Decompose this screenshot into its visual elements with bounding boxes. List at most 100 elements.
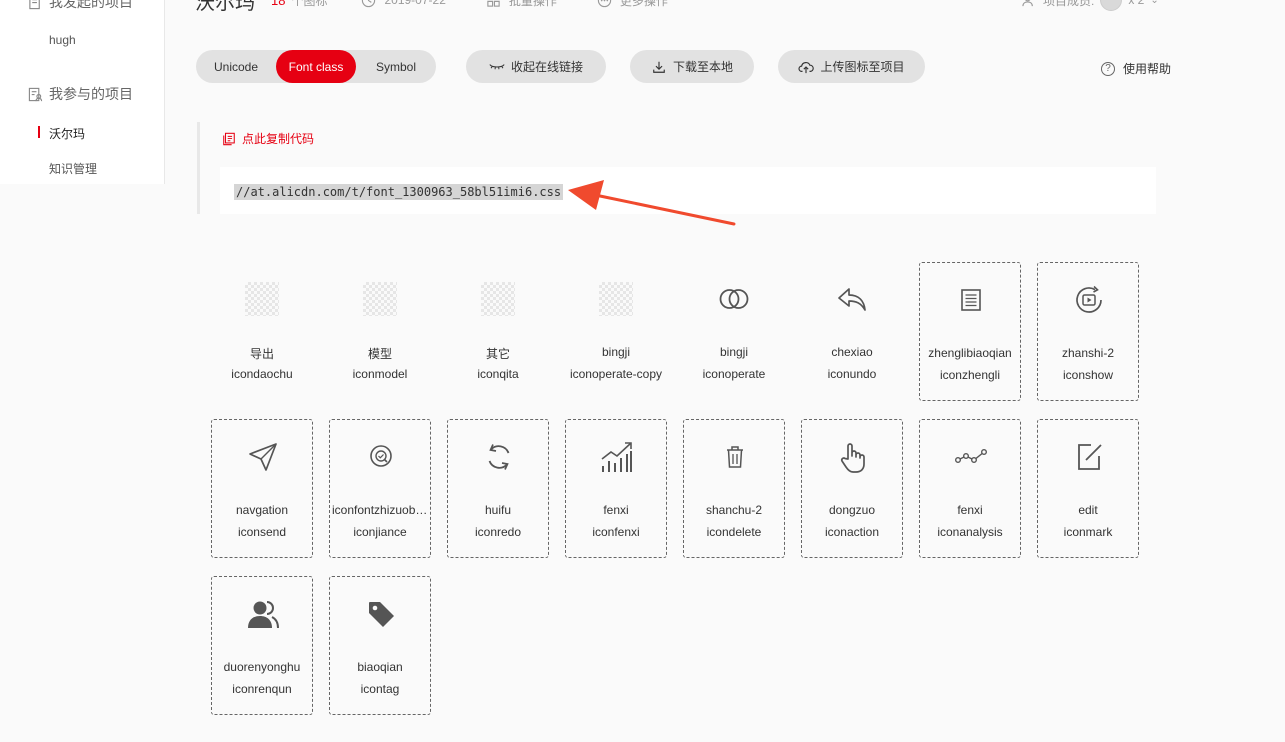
tab-symbol[interactable]: Symbol bbox=[356, 50, 436, 83]
sidebar-item-walmart[interactable]: 沃尔玛 bbox=[49, 125, 85, 142]
icon-class: iconredo bbox=[474, 525, 522, 539]
play-circle-icon bbox=[1069, 280, 1109, 320]
download-label: 下载至本地 bbox=[672, 60, 733, 74]
icon-name: biaoqian bbox=[357, 660, 403, 674]
icon-name: 模型 bbox=[367, 347, 392, 361]
list-doc-icon bbox=[951, 280, 991, 320]
icon-tile[interactable]: zhenglibiaoqian iconzhengli bbox=[919, 262, 1021, 401]
batch-ops-label: 批量操作 bbox=[508, 0, 557, 8]
icon-tile[interactable]: biaoqian icontag bbox=[329, 576, 431, 715]
grid-icon bbox=[487, 0, 500, 7]
trash-icon bbox=[715, 437, 755, 477]
more-icon bbox=[597, 0, 612, 7]
icon-tile[interactable]: 其它 iconqita bbox=[447, 262, 549, 401]
icon-name: navgation bbox=[235, 503, 289, 517]
icon-tile[interactable]: 模型 iconmodel bbox=[329, 262, 431, 401]
icon-tile[interactable]: chexiao iconundo bbox=[801, 262, 903, 401]
project-header: 沃尔玛 18 个图标 2019-07-22 批量操作 更多操作 bbox=[195, 0, 708, 14]
navigation-icon bbox=[243, 437, 283, 477]
help-link[interactable]: ? 使用帮助 bbox=[1101, 60, 1171, 77]
icon-name: dongzuo bbox=[828, 503, 876, 517]
hand-tap-icon bbox=[833, 437, 873, 477]
copy-icon bbox=[223, 132, 235, 145]
sidebar-group-created[interactable]: 我发起的项目 bbox=[28, 0, 133, 12]
union-circles-icon bbox=[714, 279, 754, 319]
icon-class: iconjiance bbox=[353, 525, 407, 539]
sidebar-group-created-label: 我发起的项目 bbox=[49, 0, 133, 10]
icon-tile[interactable]: edit iconmark bbox=[1037, 419, 1139, 558]
icon-class: iconanalysis bbox=[937, 525, 1003, 539]
tab-font-class[interactable]: Font class bbox=[276, 50, 356, 83]
placeholder-icon bbox=[596, 279, 636, 319]
sidebar-group-joined[interactable]: 我参与的项目 bbox=[28, 84, 133, 104]
icon-name: chexiao bbox=[831, 345, 873, 359]
avatar bbox=[1100, 0, 1123, 11]
active-item-marker bbox=[38, 126, 40, 138]
batch-ops-button[interactable]: 批量操作 bbox=[486, 0, 557, 9]
icon-tile[interactable]: duorenyonghu iconrenqun bbox=[211, 576, 313, 715]
icon-tile[interactable]: dongzuo iconaction bbox=[801, 419, 903, 558]
icon-tile[interactable]: 导出 icondaochu bbox=[211, 262, 313, 401]
icon-class: iconshow bbox=[1062, 368, 1114, 382]
inspect-icon bbox=[361, 437, 401, 477]
icon-tile[interactable]: shanchu-2 icondelete bbox=[683, 419, 785, 558]
more-ops-button[interactable]: 更多操作 bbox=[597, 0, 668, 9]
icon-tile[interactable]: bingji iconoperate bbox=[683, 262, 785, 401]
placeholder-icon bbox=[242, 279, 282, 319]
icon-class: iconundo bbox=[827, 367, 877, 381]
members-count: x 2 bbox=[1128, 0, 1145, 7]
icon-name: edit bbox=[1078, 503, 1098, 517]
placeholder-icon bbox=[360, 279, 400, 319]
tag-icon bbox=[361, 594, 401, 634]
project-members[interactable]: 项目成员: x 2 ⌄ bbox=[1022, 0, 1159, 11]
sidebar-item-knowledge[interactable]: 知识管理 bbox=[49, 160, 97, 177]
line-nodes-icon bbox=[951, 437, 991, 477]
collapse-link-button[interactable]: 收起在线链接 bbox=[466, 50, 606, 83]
code-box: //at.alicdn.com/t/font_1300963_58bl51imi… bbox=[220, 167, 1156, 214]
tab-unicode[interactable]: Unicode bbox=[196, 50, 276, 83]
icon-name: bingji bbox=[601, 345, 631, 359]
icon-class: iconoperate bbox=[702, 367, 766, 381]
sidebar-item-hugh[interactable]: hugh bbox=[49, 33, 76, 47]
css-url-text[interactable]: //at.alicdn.com/t/font_1300963_58bl51imi… bbox=[234, 184, 564, 200]
icon-tile[interactable]: iconfontzhizuobi... iconjiance bbox=[329, 419, 431, 558]
icon-tile[interactable]: bingji iconoperate-copy bbox=[565, 262, 667, 401]
more-ops-label: 更多操作 bbox=[619, 0, 668, 8]
icon-name: shanchu-2 bbox=[705, 503, 763, 517]
icon-name: bingji bbox=[719, 345, 749, 359]
icon-class: icondelete bbox=[706, 525, 762, 539]
collapse-link-label: 收起在线链接 bbox=[510, 60, 583, 74]
copy-code-link[interactable]: 点此复制代码 bbox=[222, 130, 314, 147]
edit-icon bbox=[1069, 437, 1109, 477]
sidebar: 我发起的项目 hugh 我参与的项目 沃尔玛 知识管理 bbox=[0, 0, 165, 184]
icon-count: 18 bbox=[271, 0, 286, 8]
icon-class: iconsend bbox=[237, 525, 287, 539]
icon-tile[interactable]: fenxi iconanalysis bbox=[919, 419, 1021, 558]
icon-tile[interactable]: huifu iconredo bbox=[447, 419, 549, 558]
users-icon bbox=[243, 594, 283, 634]
icon-class: iconqita bbox=[477, 367, 519, 381]
icon-name: fenxi bbox=[603, 503, 629, 517]
icon-class: iconmodel bbox=[352, 367, 408, 381]
icon-class: iconfenxi bbox=[592, 525, 640, 539]
upload-label: 上传图标至项目 bbox=[820, 60, 905, 74]
icon-name: fenxi bbox=[957, 503, 983, 517]
date-info: 2019-07-22 bbox=[361, 0, 446, 8]
download-icon bbox=[653, 61, 665, 73]
upload-button[interactable]: 上传图标至项目 bbox=[778, 50, 925, 83]
copy-code-label: 点此复制代码 bbox=[242, 132, 315, 146]
icon-name: zhenglibiaoqian bbox=[928, 346, 1012, 360]
icon-tile[interactable]: fenxi iconfenxi bbox=[565, 419, 667, 558]
help-label: 使用帮助 bbox=[1123, 62, 1172, 76]
icon-class: iconaction bbox=[824, 525, 880, 539]
placeholder-icon bbox=[478, 279, 518, 319]
clock-icon bbox=[362, 0, 376, 7]
help-icon: ? bbox=[1101, 61, 1115, 76]
members-icon bbox=[1022, 0, 1033, 6]
icon-name: duorenyonghu bbox=[223, 660, 301, 674]
bar-growth-icon bbox=[597, 437, 637, 477]
download-button[interactable]: 下载至本地 bbox=[630, 50, 754, 83]
project-title: 沃尔玛 bbox=[195, 0, 255, 14]
icon-tile[interactable]: navgation iconsend bbox=[211, 419, 313, 558]
icon-tile[interactable]: zhanshi-2 iconshow bbox=[1037, 262, 1139, 401]
